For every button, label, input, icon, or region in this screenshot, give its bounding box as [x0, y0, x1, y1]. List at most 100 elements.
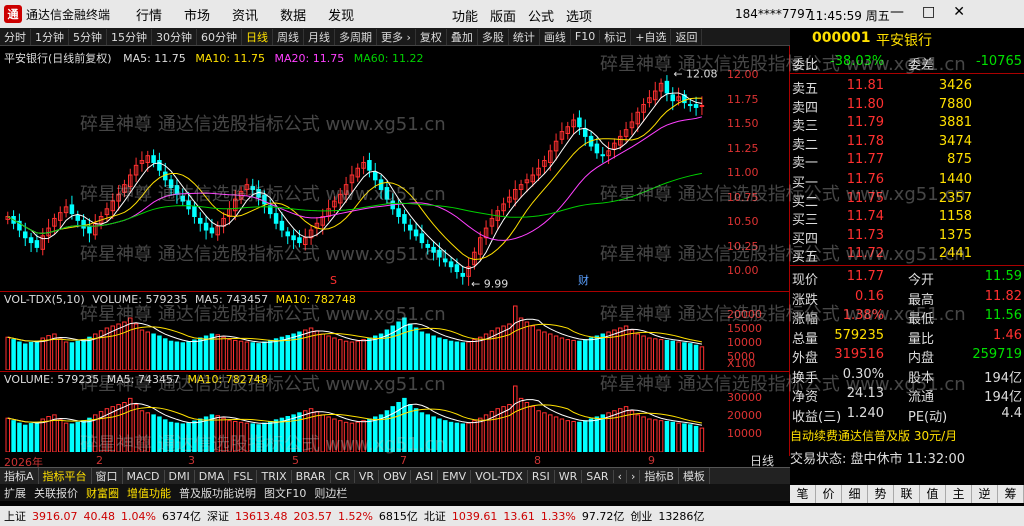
volume-chart-2[interactable]	[0, 372, 727, 452]
menu-3[interactable]: 数据	[280, 9, 306, 24]
volume-bar	[244, 341, 250, 370]
quote-value: 0.16	[855, 288, 884, 304]
indicator-tab-5[interactable]: DMA	[195, 469, 230, 483]
indicator-tab-3[interactable]: MACD	[123, 469, 165, 483]
toolbar-item-6[interactable]: 日线	[242, 28, 273, 45]
bottom-tab-0[interactable]: 扩展	[0, 485, 30, 501]
side-tab-6[interactable]: 主	[946, 485, 972, 503]
toolbar-item-11[interactable]: 复权	[416, 28, 447, 45]
indicator-tab-10[interactable]: VR	[355, 469, 380, 483]
bottom-tab-3[interactable]: 增值功能	[123, 485, 175, 501]
volume-bar	[192, 339, 197, 370]
bottom-tab-6[interactable]: 则边栏	[310, 485, 351, 501]
toolbar-item-16[interactable]: F10	[571, 30, 601, 43]
indicator-tab-8[interactable]: BRAR	[292, 469, 331, 483]
toolbar-item-17[interactable]: 标记	[600, 28, 632, 45]
menu2-2[interactable]: 公式	[528, 10, 554, 25]
volume-bar	[618, 408, 623, 452]
indicator-tab-13[interactable]: EMV	[438, 469, 472, 483]
candlestick-chart[interactable]: ← 12.08 ← 9.99 S 财	[0, 46, 727, 291]
indicator-tab-4[interactable]: DMI	[165, 469, 195, 483]
promo-text[interactable]: 自动续费通达信普及版 30元/月	[790, 427, 1024, 444]
toolbar-item-5[interactable]: 60分钟	[197, 28, 242, 45]
toolbar-item-1[interactable]: 1分钟	[31, 28, 69, 45]
buy-volume: 2357	[938, 190, 972, 206]
indicator-tab-19[interactable]: ›	[627, 469, 641, 483]
toolbar-item-13[interactable]: 多股	[478, 28, 509, 45]
volume-bar	[58, 338, 63, 370]
side-tab-0[interactable]: 笔	[790, 485, 816, 503]
volume-bar	[81, 339, 86, 370]
volume-chart-1[interactable]	[0, 292, 727, 370]
indicator-tab-0[interactable]: 指标A	[0, 468, 39, 484]
menu-4[interactable]: 发现	[328, 9, 354, 24]
indicator-tab-7[interactable]: TRIX	[257, 469, 292, 483]
quote-row: 收益(三) 1.240 PE(动) 4.4	[790, 406, 1024, 425]
menu2-1[interactable]: 版面	[490, 10, 516, 25]
toolbar-item-18[interactable]: +自选	[631, 28, 672, 45]
quote-row: 换手 0.30% 股本 194亿	[790, 367, 1024, 386]
toolbar-item-15[interactable]: 画线	[540, 28, 571, 45]
volume-bar	[647, 418, 652, 452]
volume-bar	[688, 343, 693, 370]
toolbar-item-4[interactable]: 30分钟	[152, 28, 197, 45]
indicator-tab-6[interactable]: FSL	[229, 469, 258, 483]
side-tab-7[interactable]: 逆	[972, 485, 998, 503]
account-label[interactable]: 184****7797	[735, 7, 812, 21]
menu-1[interactable]: 市场	[184, 9, 210, 24]
indicator-tab-1[interactable]: 指标平台	[39, 468, 92, 484]
candle-body	[367, 160, 372, 171]
volume-bar	[693, 425, 699, 452]
bottom-tab-1[interactable]: 关联报价	[30, 485, 82, 501]
volume-bar	[5, 417, 10, 452]
menu-2[interactable]: 资讯	[232, 9, 258, 24]
candle-body	[285, 231, 290, 237]
close-icon[interactable]: ✕	[953, 4, 965, 20]
side-tab-5[interactable]: 值	[920, 485, 946, 503]
toolbar-item-0[interactable]: 分时	[0, 28, 31, 45]
menu-0[interactable]: 行情	[136, 9, 162, 24]
bottom-tab-2[interactable]: 财富圈	[82, 485, 123, 501]
maximize-icon[interactable]: □	[922, 4, 935, 20]
toolbar-item-3[interactable]: 15分钟	[107, 28, 152, 45]
volume-bar	[670, 340, 675, 370]
side-tab-3[interactable]: 势	[868, 485, 894, 503]
indicator-tab-11[interactable]: OBV	[379, 469, 412, 483]
indicator-tab-16[interactable]: WR	[555, 469, 583, 483]
toolbar-item-14[interactable]: 统计	[509, 28, 540, 45]
menu2-0[interactable]: 功能	[452, 10, 478, 25]
divider	[790, 73, 1024, 74]
volume-bar	[238, 421, 244, 452]
indicator-tab-9[interactable]: CR	[331, 469, 355, 483]
side-tab-1[interactable]: 价	[816, 485, 842, 503]
toolbar-item-9[interactable]: 多周期	[335, 28, 377, 45]
indicator-tab-15[interactable]: RSI	[528, 469, 555, 483]
side-tab-2[interactable]: 细	[842, 485, 868, 503]
toolbar-item-19[interactable]: 返回	[671, 28, 703, 45]
indicator-tab-21[interactable]: 模板	[679, 468, 710, 484]
volume-bar	[11, 339, 16, 370]
bottom-tab-5[interactable]: 图文F10	[260, 485, 310, 501]
indicator-tab-20[interactable]: 指标B	[640, 468, 679, 484]
status-item: 3916.07	[32, 509, 78, 523]
indicator-tab-17[interactable]: SAR	[582, 469, 614, 483]
indicator-tab-12[interactable]: ASI	[411, 469, 439, 483]
indicator-tab-18[interactable]: ‹	[614, 469, 627, 483]
date-tick: 2	[96, 454, 103, 467]
volume-bar	[472, 420, 477, 452]
menu2-3[interactable]: 选项	[566, 10, 592, 25]
toolbar-item-8[interactable]: 月线	[304, 28, 335, 45]
quote-value: 24.13	[846, 386, 884, 401]
toolbar-item-7[interactable]: 周线	[273, 28, 304, 45]
toolbar-item-10[interactable]: 更多 ›	[377, 28, 416, 45]
toolbar-item-12[interactable]: 叠加	[447, 28, 478, 45]
side-tab-8[interactable]: 筹	[998, 485, 1024, 503]
indicator-tab-14[interactable]: VOL-TDX	[471, 469, 528, 483]
toolbar-item-2[interactable]: 5分钟	[69, 28, 107, 45]
side-tab-4[interactable]: 联	[894, 485, 920, 503]
bottom-tab-4[interactable]: 普及版功能说明	[175, 485, 260, 501]
indicator-tab-2[interactable]: 窗口	[92, 468, 123, 484]
quote-label-2: 内盘	[908, 351, 935, 366]
minimize-icon[interactable]: —	[890, 4, 904, 20]
volume-bar	[28, 341, 34, 370]
